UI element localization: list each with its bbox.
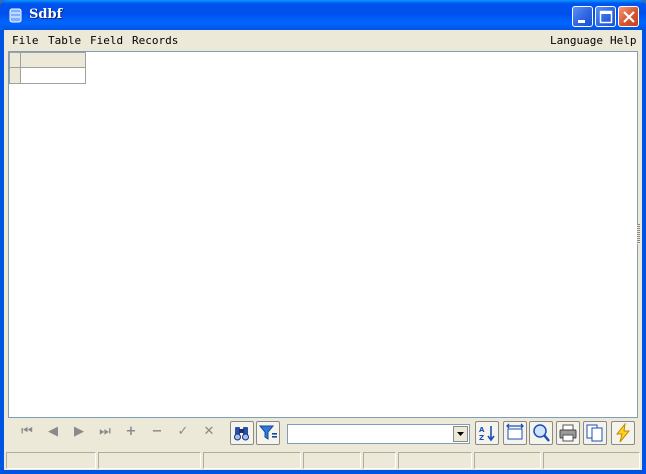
first-record-icon: ⏮ [21, 424, 33, 439]
last-record-button[interactable]: ⏭ [94, 422, 116, 444]
menu-field[interactable]: Field [90, 34, 123, 47]
filter-button[interactable] [256, 421, 280, 445]
window-frame: File Table Field Records Language Help ⏮… [4, 30, 642, 470]
sort-button[interactable]: A Z [475, 421, 499, 445]
status-panel [474, 452, 541, 469]
status-bar [4, 449, 642, 470]
chevron-down-icon [454, 431, 467, 444]
combo-dropdown-button[interactable] [453, 426, 468, 442]
status-panel [203, 452, 301, 469]
first-record-button[interactable]: ⏮ [16, 422, 38, 444]
last-record-icon: ⏭ [99, 424, 111, 439]
filter-combo[interactable] [287, 424, 470, 444]
cancel-button[interactable]: ✕ [198, 422, 220, 444]
maximize-button[interactable] [595, 6, 616, 27]
status-panel [98, 452, 201, 469]
print-button[interactable] [556, 421, 580, 445]
menu-bar: File Table Field Records Language Help [4, 30, 642, 50]
add-record-button[interactable]: + [120, 422, 142, 444]
close-button[interactable] [618, 6, 639, 27]
record-navigator: ⏮ ◀ ▶ ⏭ + − ✓ ✕ A Z [7, 417, 637, 449]
delete-record-button[interactable]: − [146, 422, 168, 444]
data-grid-area[interactable] [8, 51, 640, 418]
svg-text:Z: Z [479, 434, 484, 442]
menu-table[interactable]: Table [48, 34, 81, 47]
splitter-grip[interactable] [637, 224, 640, 244]
execute-button[interactable] [611, 421, 635, 445]
status-panel [543, 452, 640, 469]
status-panel [303, 452, 361, 469]
cancel-icon: ✕ [203, 424, 215, 439]
fit-columns-button[interactable] [503, 421, 527, 445]
next-record-button[interactable]: ▶ [68, 422, 90, 444]
database-icon [8, 8, 23, 23]
menu-language[interactable]: Language [550, 34, 603, 47]
menu-records[interactable]: Records [132, 34, 178, 47]
status-panel [363, 452, 396, 469]
grid-column-header[interactable] [20, 52, 86, 68]
status-panel [398, 452, 472, 469]
prior-record-button[interactable]: ◀ [42, 422, 64, 444]
menu-file[interactable]: File [12, 34, 39, 47]
svg-text:A: A [479, 426, 485, 434]
prior-record-icon: ◀ [48, 424, 58, 439]
delete-record-icon: − [151, 424, 163, 439]
add-record-icon: + [125, 424, 137, 439]
title-bar[interactable]: Sdbf [0, 0, 646, 30]
zoom-button[interactable] [529, 421, 553, 445]
post-icon: ✓ [177, 424, 189, 439]
next-record-icon: ▶ [74, 424, 84, 439]
window-title: Sdbf [29, 7, 63, 22]
status-panel [6, 452, 96, 469]
grid-cell[interactable] [20, 67, 86, 84]
menu-help[interactable]: Help [610, 34, 637, 47]
post-button[interactable]: ✓ [172, 422, 194, 444]
copy-button[interactable] [583, 421, 607, 445]
minimize-button[interactable] [572, 6, 593, 27]
app-window: Sdbf File Table Field Records Language H… [0, 0, 646, 474]
find-button[interactable] [230, 421, 254, 445]
